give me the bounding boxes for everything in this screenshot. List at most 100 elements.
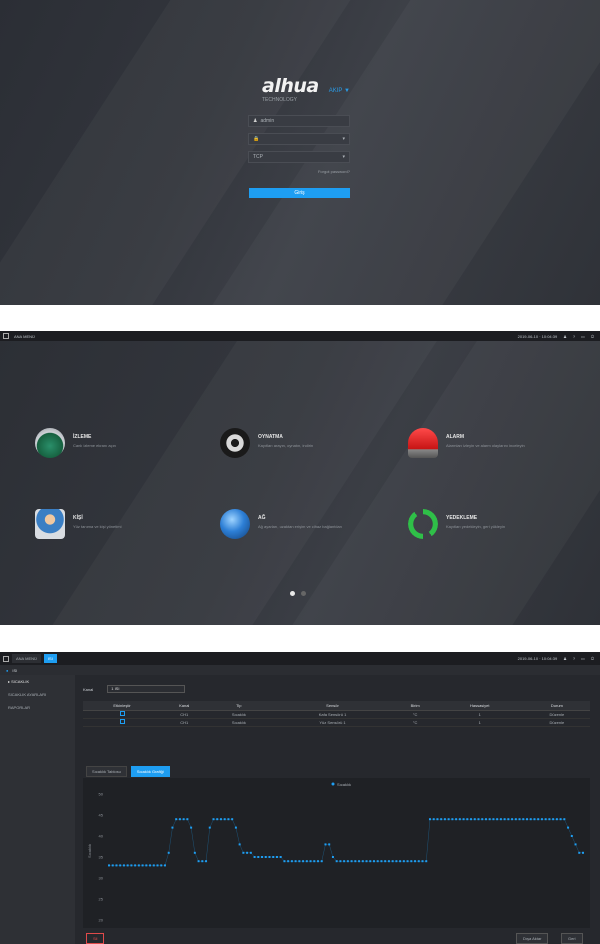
sidebar-item-reports[interactable]: RAPORLAR	[0, 701, 75, 714]
chevron-down-icon: ▾	[342, 136, 345, 142]
tab-main-menu[interactable]: ANA MENÜ	[12, 654, 41, 663]
y-axis-label: Sıcaklık	[87, 844, 92, 858]
sub-header: ● ISI	[0, 665, 600, 675]
logo-subtitle: TECHNOLOGY	[262, 97, 298, 103]
chevron-down-icon: ▾	[342, 154, 345, 160]
col-sensitivity: Hassasiyet	[435, 701, 524, 711]
tile-alarm[interactable]: ALARM Alarmları izleyin ve alarm olayları…	[408, 428, 536, 458]
user-icon: ♟	[253, 118, 258, 124]
table-row: CH1 Sıcaklık Yüz Sensörü 1 °C 1 Düzenle	[83, 718, 590, 727]
help-icon[interactable]: ?	[573, 334, 575, 339]
person-icon	[35, 509, 65, 539]
tile-desc: Kayıtları yedekleyin, geri yükleyin	[446, 524, 506, 529]
forgot-password-link[interactable]: Forgot password?	[250, 169, 350, 174]
tile-desc: Alarmları izleyin ve alarm olaylarını in…	[446, 443, 525, 448]
screen-icon[interactable]: ▭	[581, 334, 585, 339]
tile-title: KİŞİ	[73, 515, 83, 521]
tile-title: AĞ	[258, 515, 266, 521]
tab-strip: ANA MENÜ ISI 2019-06-10 · 10:04:39 ♟ ? ▭…	[0, 652, 600, 665]
network-icon	[220, 509, 250, 539]
tile-person[interactable]: KİŞİ Yüz tanıma ve kişi yönetimi	[35, 509, 163, 539]
user-icon[interactable]: ♟	[563, 656, 567, 661]
tile-live[interactable]: İZLEME Canlı izleme ekranı açın	[35, 428, 163, 458]
password-field[interactable]: 🔒 ▾	[248, 133, 350, 145]
cell: Yüz Sensörü 1	[270, 718, 395, 727]
export-button[interactable]: Dışa Aktar	[516, 933, 549, 944]
sensor-table: Etkinleştir Kanal Tip Sensör Birim Hassa…	[83, 701, 590, 727]
y-tick-label: 30	[99, 876, 104, 881]
tab-temperature-chart[interactable]: Sıcaklık Grafiği	[130, 766, 170, 777]
table-header-row: Etkinleştir Kanal Tip Sensör Birim Hassa…	[83, 701, 590, 711]
grid-menu-icon[interactable]	[3, 655, 9, 662]
col-status: Durum	[523, 701, 590, 711]
screen-icon[interactable]: ▭	[581, 656, 585, 661]
y-tick-label: 40	[99, 834, 104, 839]
tile-network[interactable]: AĞ Ağ ayarları, uzaktan erişim ve cihaz b…	[220, 509, 348, 539]
data-line	[109, 819, 583, 866]
edit-button[interactable]: Düzenle	[523, 710, 590, 719]
content-area: Kanal 1 ISI Etkinleştir Kanal Tip Sensör…	[78, 675, 598, 944]
enable-checkbox[interactable]	[119, 719, 125, 724]
tab-temperature[interactable]: ISI	[43, 654, 57, 663]
edit-button[interactable]: Düzenle	[523, 718, 590, 727]
y-tick-label: 35	[99, 855, 104, 860]
sidebar-item-temperature[interactable]: ▸ SICAKLIK	[0, 675, 75, 688]
cell: Sıcaklık	[207, 710, 271, 719]
page-indicator	[290, 591, 306, 596]
legend-marker	[331, 782, 335, 786]
logo: alhua	[262, 75, 319, 97]
y-tick-label: 25	[99, 897, 104, 902]
legend-label: Sıcaklık	[337, 782, 351, 787]
y-tick-label: 45	[99, 813, 104, 818]
datetime: 2019-06-10 · 10:04:39	[517, 656, 558, 661]
power-icon[interactable]: ⏻	[591, 656, 594, 661]
topbar-tools: 2019-06-10 · 10:04:39 ♟ ? ▭ ⏻	[518, 656, 600, 661]
page-dot[interactable]	[290, 591, 295, 596]
top-bar: ANA MENÜ 2019-06-10 · 10:04:39 ♟ ? ▭ ⏻	[0, 331, 600, 341]
brand-header: alhua TECHNOLOGY AKIP ▼	[262, 75, 350, 103]
col-channel: Kanal	[161, 701, 208, 711]
grid-menu-icon[interactable]	[3, 333, 9, 339]
login-screen: alhua TECHNOLOGY AKIP ▼ ♟ admin 🔒 ▾ TCP ▾…	[0, 0, 600, 305]
help-icon[interactable]: ?	[573, 656, 575, 661]
delete-button[interactable]: Sil	[86, 933, 105, 944]
enable-checkbox[interactable]	[119, 711, 125, 716]
cell: °C	[394, 710, 436, 719]
channel-selector: Kanal 1 ISI	[83, 685, 186, 693]
protocol-value: TCP	[253, 154, 263, 160]
tile-desc: Kayıtları arayın, oynatın, indirin	[258, 443, 314, 448]
tile-title: YEDEKLEME	[446, 515, 478, 521]
tile-title: OYNATMA	[258, 434, 283, 440]
protocol-select[interactable]: TCP ▾	[248, 151, 350, 163]
y-tick-label: 20	[99, 918, 104, 923]
col-enable: Etkinleştir	[83, 701, 162, 711]
alarm-icon	[408, 428, 438, 458]
cell: 1	[435, 710, 524, 719]
lock-icon: 🔒	[253, 136, 260, 142]
tile-backup[interactable]: YEDEKLEME Kayıtları yedekleyin, geri yükl…	[408, 509, 536, 539]
cell: 1	[435, 718, 524, 727]
tile-playback[interactable]: OYNATMA Kayıtları arayın, oynatın, indiri…	[220, 428, 348, 458]
page-dot[interactable]	[301, 591, 306, 596]
temperature-chart: Sıcaklık 50 45 40 35 30 25 20 Sıcaklık	[83, 778, 590, 928]
tile-title: İZLEME	[73, 434, 92, 440]
back-button[interactable]: Geri	[561, 933, 583, 944]
live-view-icon	[35, 428, 65, 458]
username-field[interactable]: ♟ admin	[248, 115, 350, 127]
language-select[interactable]: AKIP ▼	[329, 88, 350, 94]
view-tabs: Sıcaklık Tablosu Sıcaklık Grafiği	[86, 766, 170, 777]
tile-desc: Canlı izleme ekranı açın	[73, 443, 116, 448]
main-menu-screen: ANA MENÜ 2019-06-10 · 10:04:39 ♟ ? ▭ ⏻ İ…	[0, 331, 600, 625]
menu-title: ANA MENÜ	[14, 333, 35, 339]
sub-header-title: ISI	[12, 667, 18, 673]
power-icon[interactable]: ⏻	[591, 334, 594, 339]
temperature-icon: ●	[6, 667, 9, 673]
col-unit: Birim	[394, 701, 436, 711]
tab-temperature-table[interactable]: Sıcaklık Tablosu	[86, 766, 127, 777]
channel-select[interactable]: 1 ISI	[107, 685, 186, 693]
sidebar-item-settings[interactable]: SICAKLIK AYARLARI	[0, 688, 75, 701]
login-button[interactable]: Giriş	[249, 188, 350, 198]
user-icon[interactable]: ♟	[563, 334, 567, 339]
y-tick-label: 50	[99, 792, 104, 797]
table-row: CH1 Sıcaklık Kafa Sensörü 1 °C 1 Düzenle	[83, 710, 590, 719]
